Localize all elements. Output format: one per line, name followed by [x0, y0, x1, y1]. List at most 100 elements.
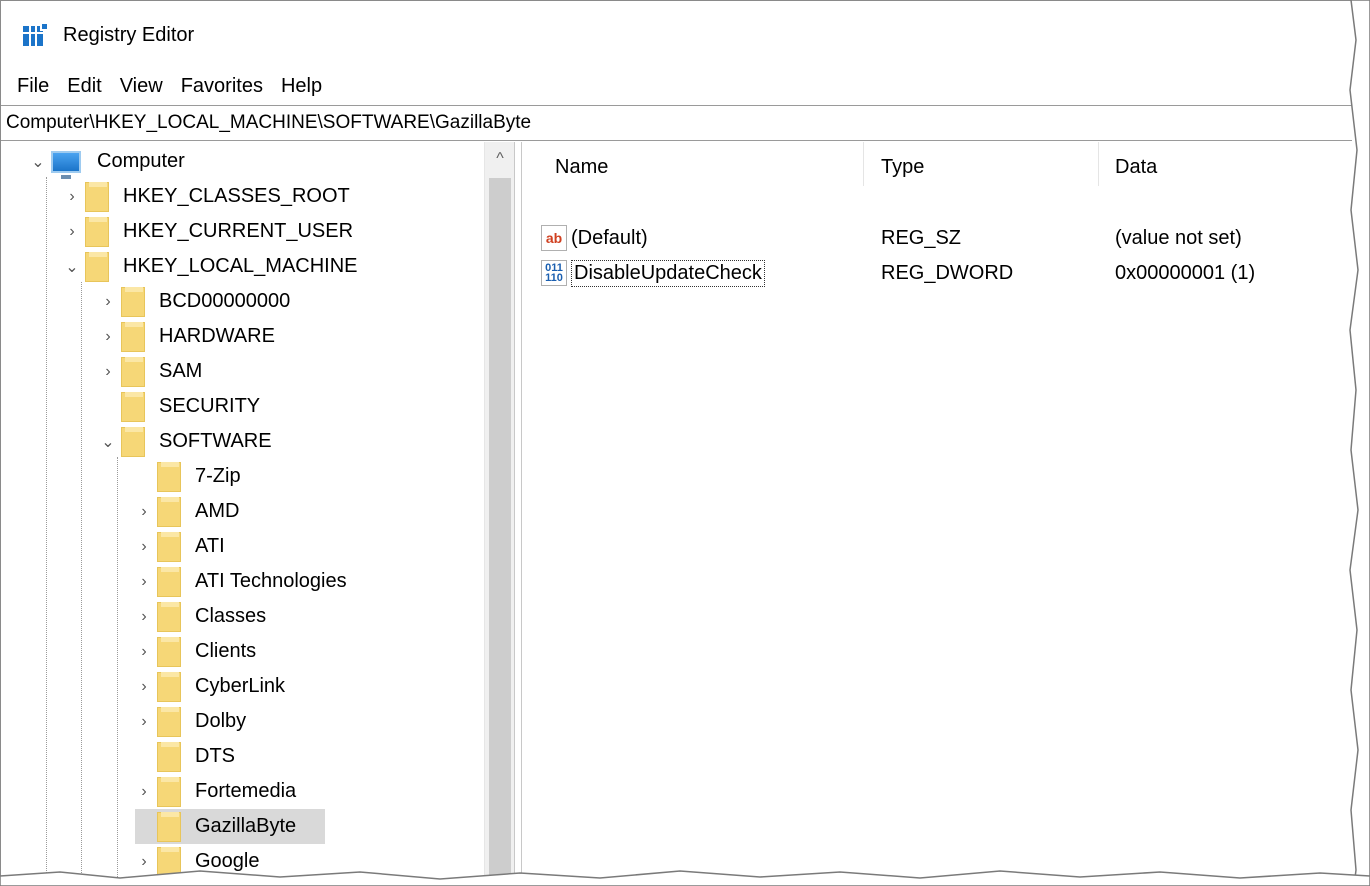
tree-item-label: Clients: [195, 640, 257, 662]
value-row-default[interactable]: ab (Default): [541, 221, 648, 255]
value-row-disableupdatecheck[interactable]: 011 110 DisableUpdateCheck: [541, 256, 765, 290]
chevron-down-icon[interactable]: ⌄: [99, 432, 117, 452]
chevron-right-icon[interactable]: ›: [63, 223, 81, 241]
menu-edit[interactable]: Edit: [59, 73, 109, 100]
tree-item-label: HKEY_CURRENT_USER: [123, 220, 354, 242]
tree-item-security[interactable]: SECURITY: [99, 389, 264, 424]
column-header-name[interactable]: Name: [555, 156, 608, 179]
value-type: REG_DWORD: [881, 261, 1014, 284]
tree-item-label: SAM: [159, 360, 203, 382]
tree-item-dts[interactable]: DTS: [135, 739, 239, 774]
tree-item-amd[interactable]: › AMD: [135, 494, 243, 529]
chevron-right-icon[interactable]: ›: [135, 503, 153, 521]
tree-item-bcd00000000[interactable]: › BCD00000000: [99, 284, 294, 319]
chevron-right-icon[interactable]: ›: [135, 783, 153, 801]
chevron-right-icon[interactable]: ›: [135, 573, 153, 591]
tree-item-label: BCD00000000: [159, 290, 291, 312]
tree-guide-line: [81, 282, 82, 886]
tree-item-hardware[interactable]: › HARDWARE: [99, 319, 279, 354]
folder-icon: [157, 531, 181, 562]
chevron-right-icon[interactable]: ›: [135, 643, 153, 661]
folder-icon: [157, 671, 181, 702]
scroll-up-arrow-icon[interactable]: ^: [485, 142, 515, 176]
tree-item-hkey-current-user[interactable]: › HKEY_CURRENT_USER: [63, 214, 357, 249]
menu-view[interactable]: View: [112, 73, 171, 100]
tree-item-label: SOFTWARE: [159, 430, 272, 452]
value-data: (value not set): [1115, 226, 1242, 249]
title-bar: Registry Editor: [1, 1, 1352, 69]
dword-value-icon: 011 110: [541, 260, 567, 286]
tree-item-cyberlink[interactable]: › CyberLink: [135, 669, 289, 704]
menu-help[interactable]: Help: [273, 73, 330, 100]
values-list-pane: Name Type Data ab (Default) REG_SZ (valu…: [523, 142, 1352, 886]
folder-icon: [157, 461, 181, 492]
tree-item-label: DTS: [195, 745, 235, 767]
computer-icon: [51, 150, 81, 179]
tree-item-dolby[interactable]: › Dolby: [135, 704, 250, 739]
tree-item-ati-technologies[interactable]: › ATI Technologies: [135, 564, 351, 599]
tree-item-fortemedia[interactable]: › Fortemedia: [135, 774, 300, 809]
folder-icon: [157, 636, 181, 667]
address-bar[interactable]: Computer\HKEY_LOCAL_MACHINE\SOFTWARE\Gaz…: [1, 105, 1352, 141]
folder-icon: [121, 286, 145, 317]
chevron-right-icon[interactable]: ›: [99, 363, 117, 381]
tree-item-hkey-local-machine[interactable]: ⌄ HKEY_LOCAL_MACHINE: [63, 249, 362, 284]
menu-file[interactable]: File: [9, 73, 57, 100]
column-header-type[interactable]: Type: [881, 156, 924, 179]
tree-item-label: SECURITY: [159, 395, 261, 417]
chevron-right-icon[interactable]: ›: [135, 608, 153, 626]
column-divider[interactable]: [863, 142, 864, 186]
tree-item-sam[interactable]: › SAM: [99, 354, 206, 389]
chevron-right-icon[interactable]: ›: [135, 678, 153, 696]
tree-vertical-scrollbar[interactable]: ^: [484, 142, 514, 886]
tree-item-ati[interactable]: › ATI: [135, 529, 229, 564]
column-divider[interactable]: [1098, 142, 1099, 186]
column-header-data[interactable]: Data: [1115, 156, 1157, 179]
tree-item-clients[interactable]: › Clients: [135, 634, 260, 669]
tree-item-label: 7-Zip: [195, 465, 241, 487]
tree-item-label: Computer: [97, 150, 185, 172]
tree-item-hkey-classes-root[interactable]: › HKEY_CLASSES_ROOT: [63, 179, 354, 214]
folder-icon: [85, 251, 109, 282]
tree-item-label: CyberLink: [195, 675, 286, 697]
tree-item-label: AMD: [195, 500, 240, 522]
folder-icon: [121, 321, 145, 352]
folder-icon: [157, 496, 181, 527]
folder-icon: [157, 566, 181, 597]
menu-bar: File Edit View Favorites Help: [1, 69, 1352, 103]
folder-icon: [85, 216, 109, 247]
chevron-right-icon[interactable]: ›: [99, 293, 117, 311]
string-value-icon: ab: [541, 225, 567, 251]
chevron-right-icon[interactable]: ›: [63, 188, 81, 206]
window-title: Registry Editor: [63, 23, 195, 46]
value-type: REG_SZ: [881, 226, 962, 249]
tree-item-label: Dolby: [195, 710, 247, 732]
folder-icon: [157, 706, 181, 737]
tree-item-software[interactable]: ⌄ SOFTWARE: [99, 424, 276, 459]
torn-edge-right: [1349, 0, 1370, 886]
tree-item-computer[interactable]: ⌄ Computer: [29, 144, 189, 179]
tree-item-gazillabyte[interactable]: GazillaByte: [135, 809, 325, 844]
tree-item-7-zip[interactable]: 7-Zip: [135, 459, 245, 494]
folder-icon: [157, 811, 181, 842]
chevron-right-icon[interactable]: ›: [135, 538, 153, 556]
value-data: 0x00000001 (1): [1115, 261, 1256, 284]
chevron-right-icon[interactable]: ›: [135, 713, 153, 731]
tree-item-label: Classes: [195, 605, 267, 627]
tree-guide-line: [117, 457, 118, 886]
menu-favorites[interactable]: Favorites: [173, 73, 271, 100]
chevron-down-icon[interactable]: ⌄: [29, 152, 47, 172]
folder-icon: [121, 356, 145, 387]
scroll-thumb[interactable]: [489, 178, 511, 886]
pane-splitter[interactable]: [514, 142, 522, 886]
tree-guide-line: [46, 177, 47, 886]
tree-item-label: HKEY_LOCAL_MACHINE: [123, 255, 358, 277]
chevron-down-icon[interactable]: ⌄: [63, 257, 81, 277]
chevron-right-icon[interactable]: ›: [99, 328, 117, 346]
tree-item-classes[interactable]: › Classes: [135, 599, 270, 634]
tree-item-label: ATI: [195, 535, 225, 557]
value-name: DisableUpdateCheck: [571, 259, 765, 287]
folder-icon: [121, 426, 145, 457]
folder-icon: [157, 776, 181, 807]
tree-item-label: GazillaByte: [195, 815, 297, 837]
